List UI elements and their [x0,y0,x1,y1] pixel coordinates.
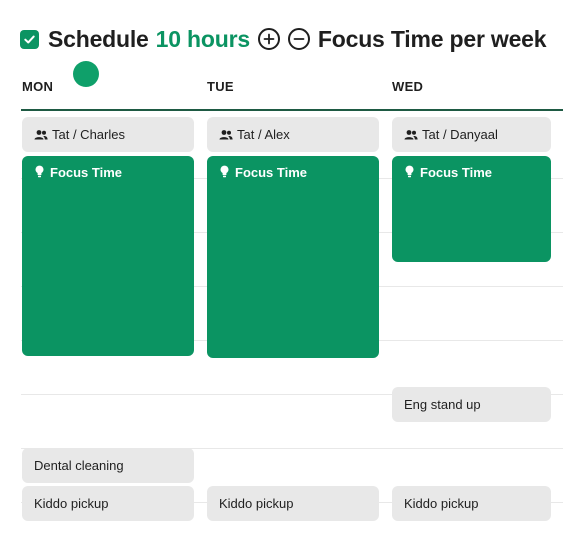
schedule-header: Schedule 10 hours Focus Time per week [20,22,547,56]
focus-time-per-week-label: Focus Time per week [317,25,547,52]
meeting-event[interactable]: Tat / Alex [207,117,379,152]
decrease-hours-button[interactable] [287,28,310,50]
meeting-event[interactable]: Tat / Charles [22,117,194,152]
event-title: Eng stand up [404,397,481,412]
event-title: Tat / Danyaal [422,127,498,142]
minus-icon [293,38,305,40]
event-title: Focus Time [50,165,123,180]
grid-line [391,448,563,449]
event-title: Kiddo pickup [219,496,294,511]
grid-line [391,340,563,341]
kiddo-pickup-event[interactable]: Kiddo pickup [22,486,194,521]
day-divider [206,109,393,111]
focus-time-event[interactable]: Focus Time [392,156,551,262]
dental-cleaning-event[interactable]: Dental cleaning [22,448,194,483]
kiddo-pickup-event[interactable]: Kiddo pickup [392,486,551,521]
day-column-wed: WED Tat / Danyaal Focus Time Eng stand u… [391,72,563,521]
event-title: Kiddo pickup [404,496,479,511]
day-label: TUE [207,79,234,94]
event-title: Focus Time [420,165,493,180]
people-icon [34,129,48,139]
schedule-label: Schedule [48,25,149,52]
day-label: MON [22,79,54,94]
day-divider [21,109,208,111]
event-title: Kiddo pickup [34,496,109,511]
focus-time-event[interactable]: Focus Time [207,156,379,358]
day-divider [391,109,563,111]
check-icon [24,35,35,43]
lightbulb-icon [405,165,414,178]
day-column-tue: TUE Tat / Alex Focus Time Kiddo pickup [206,72,393,521]
event-title: Dental cleaning [34,458,124,473]
grid-line [391,286,563,287]
event-title: Focus Time [235,165,308,180]
kiddo-pickup-event[interactable]: Kiddo pickup [207,486,379,521]
plus-icon [263,33,275,45]
hours-value: 10 hours [155,25,250,52]
meeting-event[interactable]: Tat / Danyaal [392,117,551,152]
people-icon [404,129,418,139]
focus-time-event[interactable]: Focus Time [22,156,194,356]
people-icon [219,129,233,139]
day-column-mon: MON Tat / Charles Focus Time Dental clea… [21,72,208,521]
event-title: Tat / Alex [237,127,290,142]
lightbulb-icon [220,165,229,178]
day-label: WED [392,79,424,94]
grid-line [206,394,393,395]
eng-stand-up-event[interactable]: Eng stand up [392,387,551,422]
lightbulb-icon [35,165,44,178]
event-title: Tat / Charles [52,127,125,142]
schedule-checkbox[interactable] [20,29,39,49]
increase-hours-button[interactable] [257,28,280,50]
grid-line [206,448,393,449]
grid-line [21,394,208,395]
